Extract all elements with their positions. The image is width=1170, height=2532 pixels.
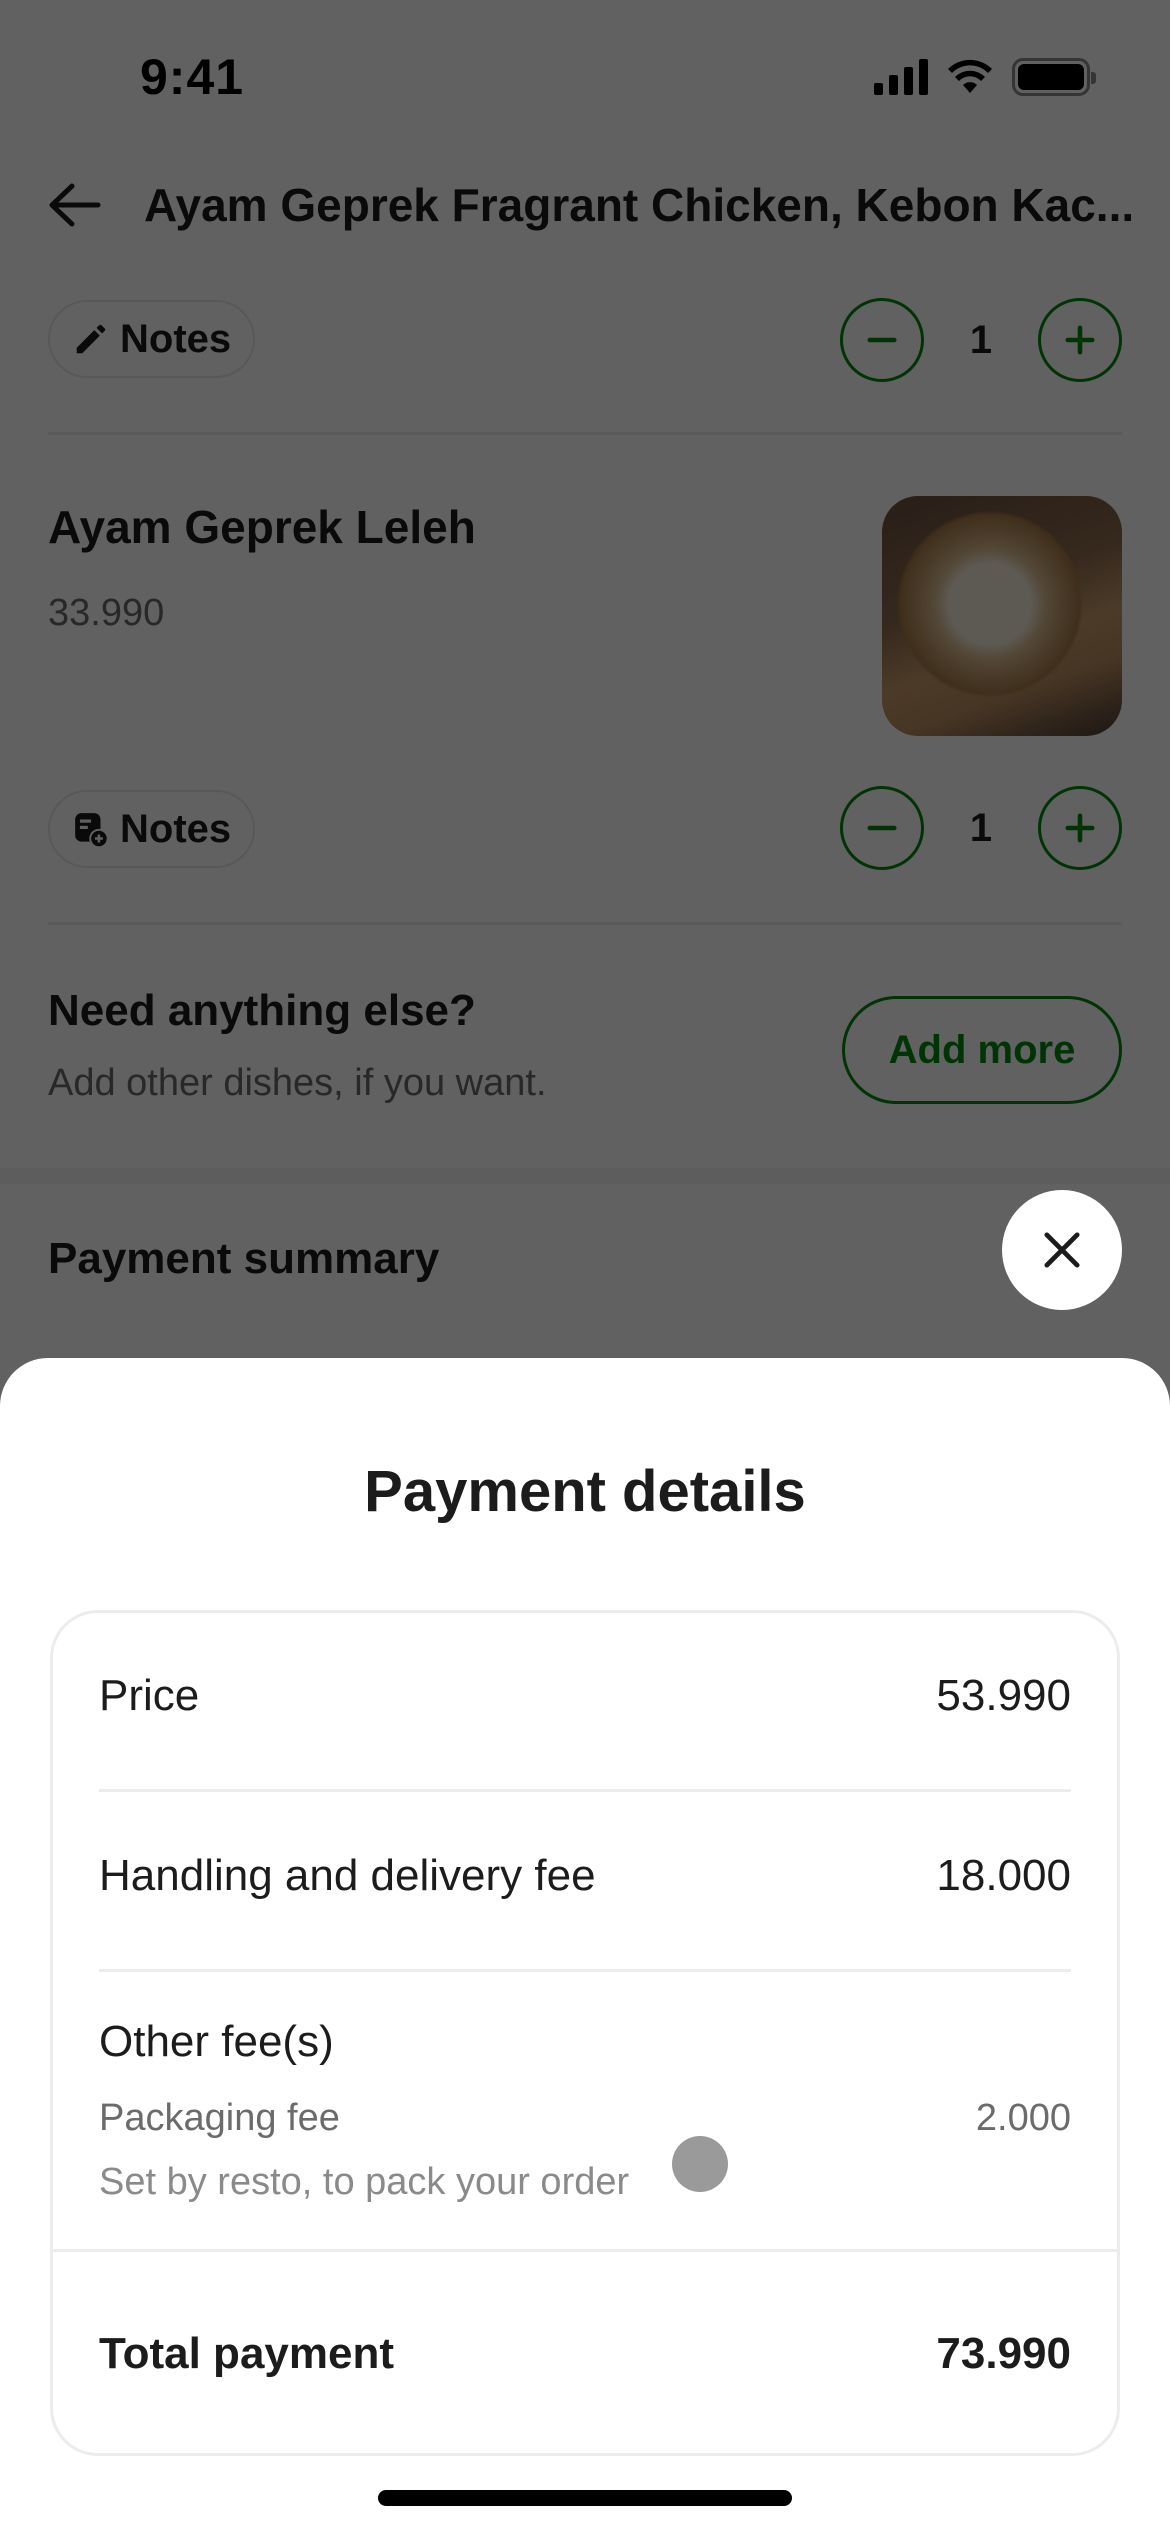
packaging-fee-note: Set by resto, to pack your order [99,2161,630,2203]
sheet-title: Payment details [364,1459,806,1524]
total-payment-row: Total payment 73.990 [99,2329,1071,2379]
touch-indicator [672,2136,728,2192]
other-fees-label: Other fee(s) [99,2017,334,2066]
packaging-fee-label: Packaging fee [99,2097,340,2139]
other-fees-row: Other fee(s) [99,2017,1071,2067]
delivery-fee-label: Handling and delivery fee [99,1851,596,1900]
close-button[interactable] [1002,1190,1122,1310]
payment-breakdown-card: Price 53.990 Handling and delivery fee 1… [50,1610,1120,2456]
total-payment-value: 73.990 [936,2329,1071,2378]
divider [53,2249,1117,2252]
packaging-fee-row: Packaging fee 2.000 [99,2097,1071,2140]
packaging-fee-value: 2.000 [975,2097,1071,2139]
close-icon [1044,1232,1080,1268]
divider [99,1969,1071,1972]
price-label: Price [99,1671,200,1720]
payment-details-sheet: Payment details Price 53.990 Handling an… [0,1358,1170,2532]
total-payment-label: Total payment [99,2329,395,2378]
delivery-fee-row: Handling and delivery fee 18.000 [99,1851,1071,1901]
delivery-fee-value: 18.000 [936,1851,1071,1900]
divider [99,1789,1071,1792]
home-indicator[interactable] [378,2490,792,2506]
price-row: Price 53.990 [99,1671,1071,1721]
price-value: 53.990 [936,1671,1071,1720]
